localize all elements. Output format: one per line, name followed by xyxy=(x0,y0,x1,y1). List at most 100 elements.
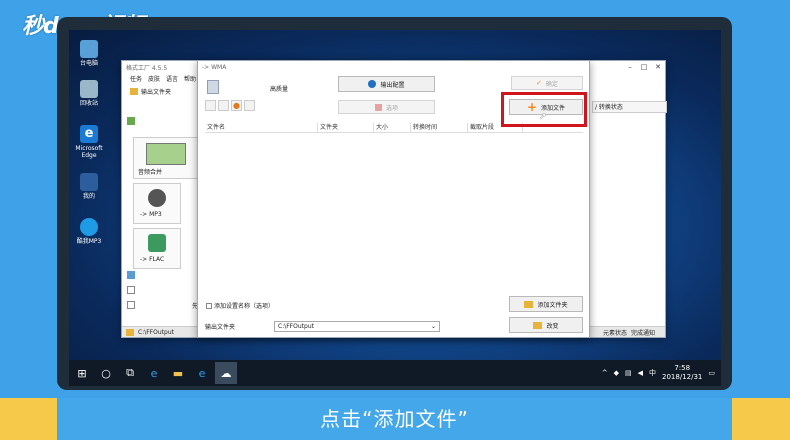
output-folder-label: 输出文件夹 xyxy=(205,324,236,331)
feature-to-mp3[interactable]: -> MP3 xyxy=(133,183,181,224)
windows-start-icon[interactable]: ⊞ xyxy=(71,362,93,384)
column-convert-time[interactable]: 转换时间 xyxy=(411,123,468,132)
document-category-icon[interactable] xyxy=(127,286,135,294)
clock-time: 7:58 xyxy=(674,364,691,372)
flac-headphone-icon xyxy=(148,234,166,252)
options-button[interactable]: 选项 xyxy=(338,100,435,114)
edge-icon: e xyxy=(80,125,98,143)
status-output-path[interactable]: C:\FFOutput xyxy=(138,329,174,336)
feature-label: -> FLAC xyxy=(140,256,165,263)
output-folder-select[interactable]: C:\FFOutput ⌄ xyxy=(274,321,440,332)
settings-globe-icon xyxy=(368,80,377,88)
clear-icon[interactable] xyxy=(244,100,255,111)
maximize-icon[interactable]: □ xyxy=(637,63,651,71)
wma-format-icon xyxy=(207,80,219,94)
ime-indicator[interactable]: 中 xyxy=(649,368,656,378)
checkbox-icon[interactable] xyxy=(206,302,212,309)
ok-label: 确定 xyxy=(545,80,558,88)
play-icon[interactable]: ● xyxy=(231,100,242,111)
desktop-icon-kuwo[interactable]: 酷我MP3 xyxy=(71,218,107,245)
output-config-button[interactable]: 输出配置 xyxy=(338,76,435,92)
document-icon xyxy=(80,173,98,191)
highlight-box xyxy=(501,92,587,127)
desktop-icon-label: 酷我MP3 xyxy=(76,238,102,245)
volume-icon[interactable]: ◀ xyxy=(638,369,643,377)
menu-help[interactable]: 帮助 xyxy=(184,74,196,83)
disc-category-icon[interactable] xyxy=(127,301,135,309)
minimize-icon[interactable]: – xyxy=(623,63,637,71)
file-explorer-icon[interactable]: ▬ xyxy=(167,362,189,384)
taskbar: ⊞ ○ ⧉ e ▬ e ☁ ^ ◆ ▤ ◀ 中 7:58 2018/12/31 … xyxy=(69,360,721,386)
chevron-up-icon[interactable]: ^ xyxy=(602,369,608,377)
clock[interactable]: 7:58 2018/12/31 xyxy=(662,364,702,382)
edge-taskbar-icon[interactable]: e xyxy=(143,362,165,384)
network-icon[interactable]: ▤ xyxy=(625,369,632,377)
desktop-icon-pc[interactable]: 台电脑 xyxy=(71,40,107,67)
dialog-title: -> WMA xyxy=(202,63,227,71)
output-config-label: 输出配置 xyxy=(380,81,405,89)
quality-label: 高质量 xyxy=(270,86,289,93)
task-view-icon[interactable]: ⧉ xyxy=(119,362,141,384)
shield-icon[interactable]: ◆ xyxy=(614,369,619,377)
menu-task[interactable]: 任务 xyxy=(130,74,142,83)
change-folder-label: 改变 xyxy=(546,322,559,330)
status-right-1[interactable]: 元素状态 xyxy=(603,328,627,337)
add-folder-button[interactable]: 添加文件夹 xyxy=(509,296,583,312)
folder-icon xyxy=(524,300,534,308)
status-right-2[interactable]: 完成通知 xyxy=(631,328,655,337)
chevron-down-icon: ⌄ xyxy=(430,323,436,330)
column-size[interactable]: 大小 xyxy=(374,123,411,132)
clock-date: 2018/12/31 xyxy=(662,373,703,381)
check-icon: ✔ xyxy=(536,79,542,87)
rename-checkbox-label: 添加设置名称（选项） xyxy=(214,303,275,310)
column-folder[interactable]: 文件夹 xyxy=(318,123,374,132)
search-icon[interactable]: ○ xyxy=(95,362,117,384)
output-folder-value: C:\FFOutput xyxy=(278,323,314,330)
desktop-icon-edge[interactable]: e Microsoft Edge xyxy=(71,125,107,159)
file-list-body[interactable] xyxy=(205,133,583,291)
caption-text: 点击“添加文件” xyxy=(57,398,732,440)
system-tray: ^ ◆ ▤ ◀ 中 7:58 2018/12/31 ▭ xyxy=(602,360,721,386)
options-label: 选项 xyxy=(385,104,398,112)
feature-to-flac[interactable]: -> FLAC xyxy=(133,228,181,269)
rename-option[interactable]: 添加设置名称（选项） xyxy=(206,301,274,310)
remove-icon[interactable] xyxy=(218,100,229,111)
ie-icon[interactable]: e xyxy=(191,362,213,384)
conversion-status-tab[interactable]: / 转换状态 xyxy=(592,101,667,113)
feature-audio-merge[interactable]: 音频合并 xyxy=(133,137,198,179)
desktop-icon-label: 回收站 xyxy=(79,100,98,107)
folder-icon xyxy=(130,88,138,95)
desktop-icon-label: Microsoft Edge xyxy=(75,145,103,159)
computer-icon xyxy=(80,40,98,58)
add-folder-label: 添加文件夹 xyxy=(537,301,568,309)
desktop-icon-mine[interactable]: 我的 xyxy=(71,173,107,200)
option-icon xyxy=(374,103,382,111)
audio-merge-icon xyxy=(145,143,186,165)
feature-label: -> MP3 xyxy=(140,211,162,218)
desktop-icon-label: 我的 xyxy=(82,193,95,200)
back-window-title: 格式工厂 4.5.5 xyxy=(126,64,168,72)
dialog-titlebar: -> WMA xyxy=(198,61,589,73)
change-folder-button[interactable]: 改变 xyxy=(509,317,583,333)
output-folder-toolbar-button[interactable]: 输出文件夹 xyxy=(130,87,171,96)
feature-label: 音频合并 xyxy=(138,169,163,176)
notification-icon[interactable]: ▭ xyxy=(708,369,715,377)
desktop-icon-label: 台电脑 xyxy=(79,60,98,67)
menu-language[interactable]: 语言 xyxy=(166,74,178,83)
output-folder-toolbar-label: 输出文件夹 xyxy=(141,89,172,96)
folder-icon xyxy=(533,321,543,329)
desktop-icon-recycle[interactable]: 回收站 xyxy=(71,80,107,107)
format-factory-taskbar-icon[interactable]: ☁ xyxy=(215,362,237,384)
folder-icon xyxy=(126,328,134,336)
close-icon[interactable]: ✕ xyxy=(651,63,665,71)
recycle-bin-icon xyxy=(80,80,98,98)
menu-skin[interactable]: 皮肤 xyxy=(148,74,160,83)
file-icon[interactable] xyxy=(205,100,216,111)
ok-button[interactable]: ✔ 确定 xyxy=(511,76,583,90)
column-filename[interactable]: 文件名 xyxy=(205,123,318,132)
file-toolbar: ● xyxy=(205,100,259,112)
music-player-icon xyxy=(80,218,98,236)
video-category-icon[interactable] xyxy=(127,271,135,279)
mp3-speaker-icon xyxy=(148,189,166,207)
audio-category-icon[interactable] xyxy=(127,117,135,125)
